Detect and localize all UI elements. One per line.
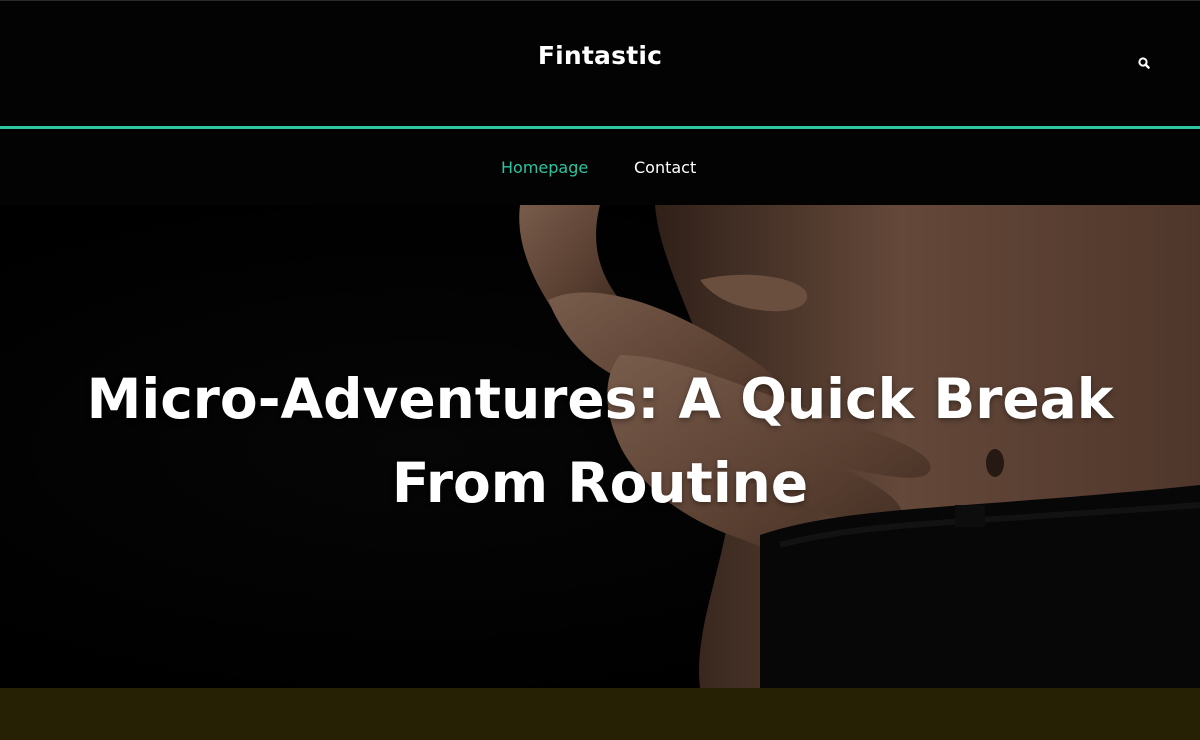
hero-title[interactable]: Micro-Adventures: A Quick Break From Rou… [60,357,1140,525]
search-icon [1138,57,1150,69]
search-button[interactable] [1134,53,1154,73]
site-header: Fintastic [0,0,1200,126]
page: Fintastic Homepage Contact Micro-Adventu… [0,0,1200,740]
nav-item-homepage[interactable]: Homepage [501,158,588,177]
hero-banner[interactable]: Micro-Adventures: A Quick Break From Rou… [0,205,1200,688]
nav-item-contact[interactable]: Contact [634,158,696,177]
site-title[interactable]: Fintastic [0,41,1200,70]
main-navigation: Homepage Contact [0,129,1200,205]
content-band [0,688,1200,740]
